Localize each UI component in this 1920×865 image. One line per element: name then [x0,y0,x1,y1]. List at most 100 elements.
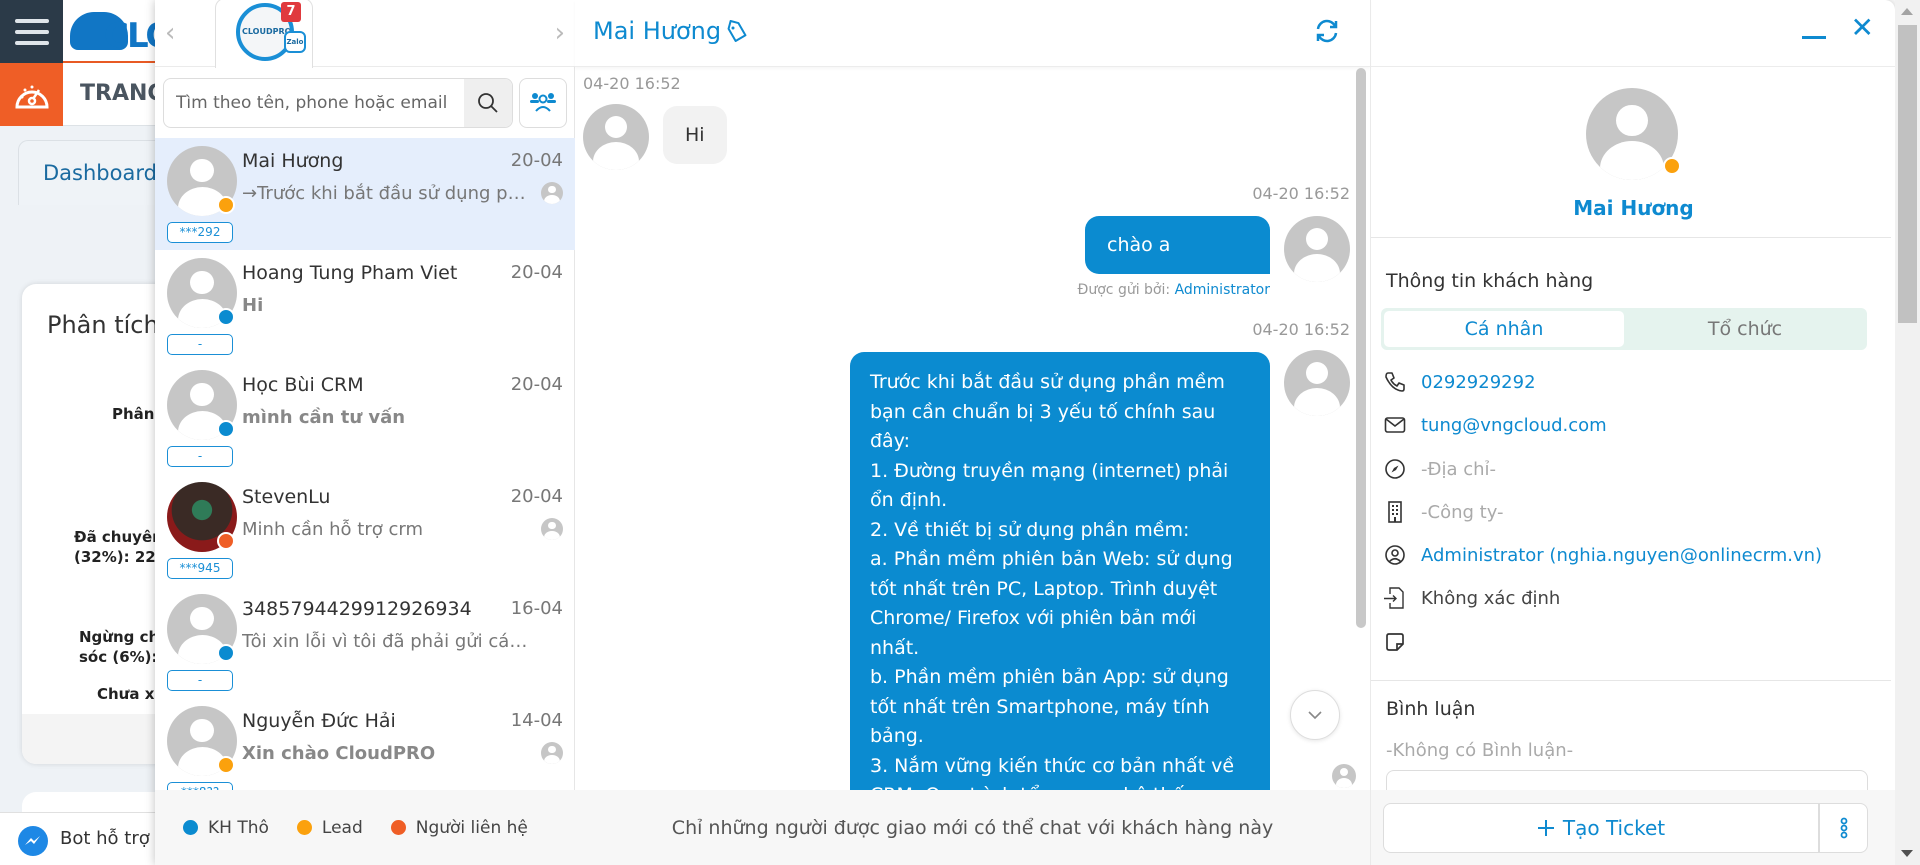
phone-value[interactable]: 0292929292 [1421,372,1536,393]
divider [1371,237,1891,238]
message-bubble-outgoing: chào a [1085,216,1270,274]
note-field [1383,627,1421,657]
contact-item[interactable]: ***8?? Nguyễn Đức Hải 14-04 Xin chào Clo… [155,698,575,790]
search-row [163,78,567,128]
agent-avatar [1284,216,1350,282]
chart-label: Ngừng ch [79,628,160,646]
info-type-toggle: Cá nhân Tổ chức [1381,308,1867,350]
company-value[interactable]: -Công ty- [1421,502,1504,523]
chat-scrollbar[interactable] [1356,68,1366,628]
sent-by-link[interactable]: Administrator [1175,282,1270,298]
chat-popup: ‹ CLOUDPRO Zalo 7 › Tìm theo tên, phone … [155,0,1896,865]
scroll-to-bottom-button[interactable] [1290,690,1340,740]
user-circle-icon [1383,543,1407,567]
contact-item[interactable]: ***945 StevenLu 20-04 Minh cần hỗ trợ cr… [155,474,575,586]
refresh-icon[interactable] [1314,18,1340,44]
contact-name: Học Bùi CRM [242,374,364,396]
contact-preview: Hi [242,295,264,316]
sent-by-label: Được gửi bởi: [1077,282,1171,298]
agent-avatar [1284,350,1350,416]
phone-tag: - [167,670,233,691]
message-timestamp: 04-20 16:52 [1252,184,1350,203]
legend-label: Lead [321,817,363,838]
phone-tag: ***945 [167,558,233,579]
contact-item[interactable]: - Học Bùi CRM 20-04 mình cần tư vấn [155,362,575,474]
minimize-button[interactable] [1802,36,1826,39]
zalo-icon: Zalo [284,31,306,53]
scroll-up-arrow-icon[interactable] [1901,8,1913,15]
phone-tag: ***8?? [167,782,233,790]
legend-item-kh-tho: KH Thô [183,818,269,838]
contact-preview: Xin chào CloudPRO [242,743,436,764]
search-input[interactable] [164,79,464,127]
app-logo[interactable]: CLO [70,6,174,56]
contact-date: 20-04 [510,150,563,171]
chat-contact-name[interactable]: Mai Hương [593,17,721,45]
more-options-button[interactable] [1819,803,1868,853]
scroll-down-arrow-icon[interactable] [1901,850,1913,857]
address-field: -Địa chỉ- [1383,454,1496,484]
legend-item-lead: Lead [296,817,363,838]
assignee-value[interactable]: Administrator (nghia.nguyen@onlinecrm.vn… [1421,545,1822,566]
customer-info-panel: ✕ Mai Hương Thông tin khách hàng Cá nhân… [1370,0,1896,865]
contact-date: 14-04 [510,710,563,731]
info-header: ✕ [1371,0,1896,67]
group-filter-button[interactable] [519,78,567,128]
message-bubble-outgoing: Trước khi bắt đầu sử dụng phần mềm bạn c… [850,352,1270,790]
unread-badge: 7 [281,2,301,22]
module-title: TRANG [80,81,166,106]
assignee-field: Administrator (nghia.nguyen@onlinecrm.vn… [1383,540,1822,570]
hamburger-menu-button[interactable] [0,0,63,63]
close-button[interactable]: ✕ [1851,14,1874,42]
phone-tag: - [167,334,233,355]
phone-field: 0292929292 [1383,367,1536,397]
assignee-mini-avatar [541,518,563,540]
contact-name: Hoang Tung Pham Viet [242,262,458,284]
address-value[interactable]: -Địa chỉ- [1421,459,1496,480]
more-vertical-icon [1840,817,1847,839]
chevron-left-icon[interactable]: ‹ [165,18,175,48]
chart-label: sóc (6%): [79,648,158,666]
message-timestamp: 04-20 16:52 [583,74,681,93]
chat-restriction-notice: Chỉ những người được giao mới có thể cha… [575,790,1370,865]
sender-avatar [583,104,649,170]
chevron-right-icon[interactable]: › [555,18,565,48]
create-ticket-button[interactable]: Tạo Ticket [1383,803,1819,853]
message-timestamp: 04-20 16:52 [1252,320,1350,339]
legend-dot [390,820,406,835]
channel-tab-zalo[interactable]: CLOUDPRO Zalo 7 [215,0,313,68]
contact-preview: mình cần tư vấn [242,407,406,428]
comments-empty-text: -Không có Bình luận- [1386,740,1574,761]
profile-status-dot [1663,157,1681,175]
search-box [163,78,513,128]
tab-ca-nhan[interactable]: Cá nhân [1384,311,1624,347]
sent-by-line: Được gửi bởi: Administrator [1078,282,1270,298]
tab-to-chuc[interactable]: Tổ chức [1626,311,1864,347]
email-value[interactable]: tung@vngcloud.com [1421,415,1607,436]
dashboard-gauge-icon[interactable] [0,63,63,126]
contact-preview: Minh cần hỗ trợ crm [242,519,423,540]
phone-icon [1383,370,1407,394]
status-dot [217,532,235,550]
divider [1371,680,1891,681]
compass-icon [1383,457,1407,481]
search-icon [478,93,498,113]
conversation-list-panel: ‹ CLOUDPRO Zalo 7 › Tìm theo tên, phone … [155,0,575,865]
legend-item-nguoi-lien-he: Người liên hệ [390,818,528,838]
create-ticket-label: Tạo Ticket [1562,816,1666,840]
profile-name[interactable]: Mai Hương [1371,196,1896,220]
contact-item[interactable]: - 3485794429912926934 16-04 Tôi xin lỗi … [155,586,575,698]
search-button[interactable] [464,79,512,127]
page-scroll-thumb[interactable] [1898,25,1917,323]
assignee-mini-avatar [541,182,563,204]
source-value[interactable]: Không xác định [1421,588,1560,609]
contact-name: 3485794429912926934 [242,598,472,620]
status-dot [217,644,235,662]
contact-item[interactable]: ***292 Mai Hương 20-04 →Trước khi bắt đầ… [155,138,575,250]
tag-icon[interactable] [725,20,749,44]
contact-item[interactable]: - Hoang Tung Pham Viet 20-04 Hi [155,250,575,362]
page-scrollbar[interactable] [1895,0,1920,865]
building-icon [1383,500,1407,524]
chart-label: Chưa x [97,685,155,703]
legend-dot [183,820,198,835]
